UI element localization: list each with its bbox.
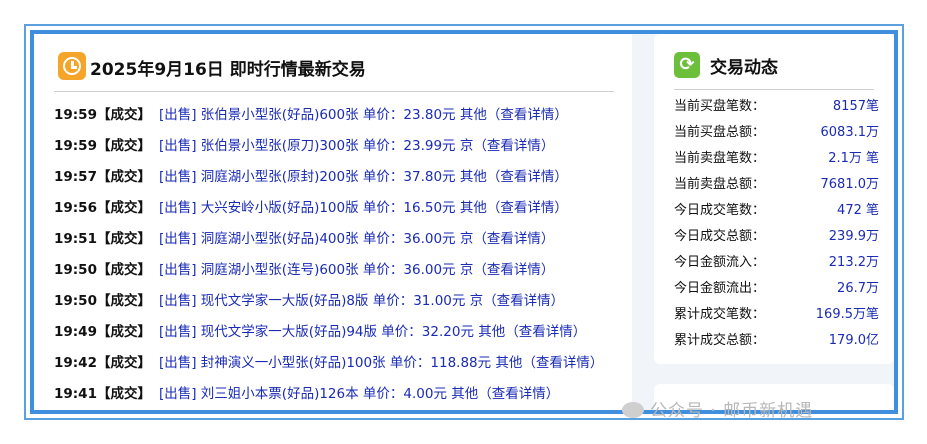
trade-status: 【成交】 (96, 355, 151, 371)
trade-row[interactable]: 19:49【成交】 [出售] 现代文学家一大版(好品)94版 单价：32.20元 … (54, 317, 629, 348)
trade-row[interactable]: 19:50【成交】 [出售] 洞庭湖小型张(连号)600张 单价：36.00元 京… (54, 255, 629, 286)
stat-row: 累计成交总额： 179.0亿 (674, 328, 879, 354)
stat-value: 26.7万 (837, 281, 879, 296)
stat-value: 179.0亿 (828, 333, 879, 348)
trade-row[interactable]: 19:59【成交】 [出售] 张伯景小型张(原刀)300张 单价：23.99元 京… (54, 131, 629, 162)
stat-value: 169.5万笔 (815, 307, 879, 322)
trade-time: 19:51 (54, 231, 97, 247)
trade-link[interactable]: [出售] 张伯景小型张(原刀)300张 单价：23.99元 京（查看详情） (159, 138, 554, 154)
trade-status: 【成交】 (96, 293, 151, 309)
stat-value: 213.2万 (828, 255, 879, 270)
trade-row[interactable]: 19:50【成交】 [出售] 现代文学家一大版(好品)8版 单价：31.00元 京… (54, 286, 629, 317)
trade-link[interactable]: [出售] 大兴安岭小版(好品)100版 单价：16.50元 其他（查看详情） (159, 200, 568, 216)
trade-link[interactable]: [出售] 刘三姐小本票(好品)126本 单价：4.00元 其他（查看详情） (159, 386, 559, 402)
stat-row: 累计成交笔数： 169.5万笔 (674, 302, 879, 328)
stat-value: 472 笔 (837, 203, 879, 218)
recycle-icon: ⟳ (674, 52, 700, 78)
trade-time: 19:59 (54, 107, 97, 123)
stat-label: 当前买盘总额： (674, 125, 766, 140)
trade-status: 【成交】 (96, 138, 151, 154)
stat-label: 当前买盘笔数： (674, 99, 766, 114)
trade-row[interactable]: 19:59【成交】 [出售] 张伯景小型张(好品)600张 单价：23.80元 其… (54, 100, 629, 131)
trade-link[interactable]: [出售] 现代文学家一大版(好品)8版 单价：31.00元 京（查看详情） (159, 293, 564, 309)
trade-link[interactable]: [出售] 洞庭湖小型张(原封)200张 单价：37.80元 其他（查看详情） (159, 169, 568, 185)
trade-status: 【成交】 (96, 200, 151, 216)
stat-label: 今日成交笔数： (674, 203, 766, 218)
stat-label: 累计成交笔数： (674, 307, 766, 322)
trade-link[interactable]: [出售] 封神演义一小型张(好品)100张 单价：118.88元 其他（查看详情… (159, 355, 603, 371)
trade-stats-title: 交易动态 (710, 58, 778, 78)
stat-label: 今日金额流出： (674, 281, 766, 296)
stat-row: 当前买盘总额： 6083.1万 (674, 120, 879, 146)
trade-row[interactable]: 19:57【成交】 [出售] 洞庭湖小型张(原封)200张 单价：37.80元 其… (54, 162, 629, 193)
trade-time: 19:59 (54, 138, 97, 154)
stat-row: 当前卖盘笔数： 2.1万 笔 (674, 146, 879, 172)
market-widget: 2025年9月16日 即时行情最新交易 19:59【成交】 [出售] 张伯景小型张… (30, 30, 898, 414)
trade-row[interactable]: 19:51【成交】 [出售] 洞庭湖小型张(好品)400张 单价：36.00元 京… (54, 224, 629, 255)
trade-status: 【成交】 (96, 107, 151, 123)
trade-stats-panel: ⟳ 交易动态 当前买盘笔数： 8157笔 当前买盘总额： 6083.1万 当前卖盘笔… (654, 34, 894, 364)
latest-trades-header: 2025年9月16日 即时行情最新交易 (54, 46, 614, 92)
stat-row: 今日金额流入： 213.2万 (674, 250, 879, 276)
stat-label: 当前卖盘总额： (674, 177, 766, 192)
clock-icon (58, 52, 86, 80)
trade-time: 19:57 (54, 169, 97, 185)
latest-trades-title: 2025年9月16日 即时行情最新交易 (90, 60, 366, 80)
trade-list: 19:59【成交】 [出售] 张伯景小型张(好品)600张 单价：23.80元 其… (54, 100, 629, 410)
trade-status: 【成交】 (96, 324, 151, 340)
stat-value: 6083.1万 (820, 125, 880, 140)
stat-row: 今日金额流出： 26.7万 (674, 276, 879, 302)
stat-row: 今日成交笔数： 472 笔 (674, 198, 879, 224)
stat-value: 7681.0万 (820, 177, 880, 192)
trade-row[interactable]: 19:56【成交】 [出售] 大兴安岭小版(好品)100版 单价：16.50元 其… (54, 193, 629, 224)
trade-row[interactable]: 19:41【成交】 [出售] 刘三姐小本票(好品)126本 单价：4.00元 其他… (54, 379, 629, 410)
stat-row: 当前卖盘总额： 7681.0万 (674, 172, 879, 198)
stat-value: 8157笔 (832, 99, 879, 114)
stat-label: 当前卖盘笔数： (674, 151, 766, 166)
trade-link[interactable]: [出售] 洞庭湖小型张(好品)400张 单价：36.00元 京（查看详情） (159, 231, 554, 247)
watermark: 公众号 · 邮币新机遇 (622, 396, 813, 421)
wechat-icon (622, 402, 644, 418)
stat-value: 239.9万 (828, 229, 879, 244)
stats-list: 当前买盘笔数： 8157笔 当前买盘总额： 6083.1万 当前卖盘笔数： 2.1万 … (674, 94, 879, 354)
watermark-text: 公众号 · 邮币新机遇 (650, 401, 814, 421)
trade-status: 【成交】 (96, 231, 151, 247)
trade-link[interactable]: [出售] 洞庭湖小型张(连号)600张 单价：36.00元 京（查看详情） (159, 262, 554, 278)
stat-row: 今日成交总额： 239.9万 (674, 224, 879, 250)
stat-label: 累计成交总额： (674, 333, 766, 348)
trade-time: 19:49 (54, 324, 97, 340)
trade-time: 19:42 (54, 355, 97, 371)
divider (674, 89, 874, 90)
trade-time: 19:50 (54, 262, 97, 278)
trade-time: 19:56 (54, 200, 97, 216)
trade-row[interactable]: 19:42【成交】 [出售] 封神演义一小型张(好品)100张 单价：118.88… (54, 348, 629, 379)
trade-status: 【成交】 (96, 169, 151, 185)
trade-time: 19:41 (54, 386, 97, 402)
trade-link[interactable]: [出售] 现代文学家一大版(好品)94版 单价：32.20元 其他（查看详情） (159, 324, 586, 340)
trade-time: 19:50 (54, 293, 97, 309)
stat-label: 今日金额流入： (674, 255, 766, 270)
trade-link[interactable]: [出售] 张伯景小型张(好品)600张 单价：23.80元 其他（查看详情） (159, 107, 568, 123)
stat-row: 当前买盘笔数： 8157笔 (674, 94, 879, 120)
trade-status: 【成交】 (96, 262, 151, 278)
stat-value: 2.1万 笔 (828, 151, 879, 166)
stat-label: 今日成交总额： (674, 229, 766, 244)
latest-trades-panel: 2025年9月16日 即时行情最新交易 19:59【成交】 [出售] 张伯景小型张… (34, 34, 632, 410)
trade-status: 【成交】 (96, 386, 151, 402)
